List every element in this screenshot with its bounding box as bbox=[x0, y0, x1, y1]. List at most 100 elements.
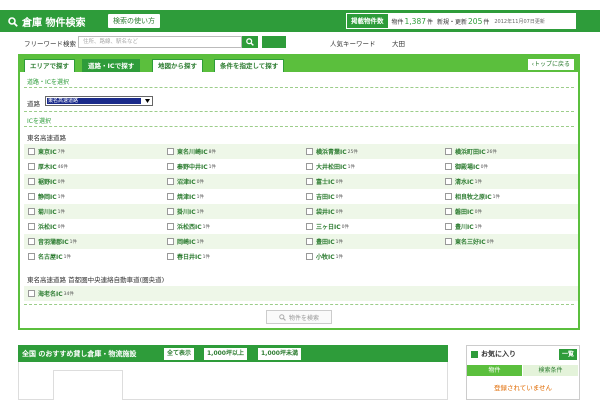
ic-checkbox[interactable] bbox=[445, 163, 452, 170]
divider bbox=[24, 126, 574, 127]
ic-checkbox[interactable] bbox=[28, 208, 35, 215]
ic-checkbox[interactable] bbox=[306, 163, 313, 170]
ic-checkbox[interactable] bbox=[445, 208, 452, 215]
tab-conditions[interactable]: 条件を指定して探す bbox=[214, 59, 285, 72]
search-go-button[interactable] bbox=[262, 36, 286, 48]
how-to-search-button[interactable]: 検索の使い方 bbox=[108, 14, 160, 28]
ic-checkbox[interactable] bbox=[445, 178, 452, 185]
search-properties-button[interactable]: 物件を検索 bbox=[266, 310, 332, 324]
ic-option[interactable]: 秦野中井IC 1件 bbox=[167, 162, 216, 171]
ic-option[interactable]: 菊川IC 1件 bbox=[28, 207, 65, 216]
ic-option[interactable]: 横浜青葉IC 25件 bbox=[306, 147, 358, 156]
ic-checkbox[interactable] bbox=[167, 223, 174, 230]
filter-over-1000-button[interactable]: 1,000坪以上 bbox=[204, 348, 247, 360]
ic-option[interactable]: 東京IC 7件 bbox=[28, 147, 65, 156]
ic-checkbox[interactable] bbox=[167, 178, 174, 185]
road-section-title: 道路・ICを選択 bbox=[27, 79, 69, 86]
road-select[interactable]: 東名高速道路 bbox=[45, 96, 153, 106]
ic-name: 相良牧之原IC bbox=[455, 194, 492, 201]
ic-checkbox[interactable] bbox=[167, 163, 174, 170]
ic-count: 1件 bbox=[474, 179, 483, 185]
ic-option[interactable]: 静岡IC 1件 bbox=[28, 192, 65, 201]
ic-option[interactable]: 東名三好IC 0件 bbox=[445, 237, 494, 246]
ic-checkbox[interactable] bbox=[445, 148, 452, 155]
ic-option[interactable]: 海老名IC 34件 bbox=[28, 289, 74, 298]
ic-checkbox[interactable] bbox=[306, 208, 313, 215]
ic-option[interactable]: 袋井IC 0件 bbox=[306, 207, 343, 216]
ic-checkbox[interactable] bbox=[167, 253, 174, 260]
ic-checkbox[interactable] bbox=[306, 253, 313, 260]
ic-option[interactable]: 浜松IC 0件 bbox=[28, 222, 65, 231]
ic-name: 東名川崎IC bbox=[177, 149, 208, 156]
ic-checkbox[interactable] bbox=[306, 223, 313, 230]
ic-checkbox[interactable] bbox=[28, 193, 35, 200]
search-submit-button[interactable] bbox=[242, 36, 258, 48]
site-logo[interactable]: 倉庫 物件検索 bbox=[8, 14, 85, 29]
ic-checkbox[interactable] bbox=[28, 163, 35, 170]
ic-name: 沼津IC bbox=[177, 179, 196, 186]
ic-checkbox[interactable] bbox=[28, 238, 35, 245]
ic-checkbox[interactable] bbox=[306, 238, 313, 245]
ic-option[interactable]: 豊川IC 1件 bbox=[445, 222, 482, 231]
ic-option[interactable]: 春日井IC 1件 bbox=[167, 252, 210, 261]
search-icon bbox=[279, 313, 286, 321]
filter-under-1000-button[interactable]: 1,000坪未満 bbox=[258, 348, 301, 360]
ic-checkbox[interactable] bbox=[167, 208, 174, 215]
ic-option[interactable]: 掛川IC 1件 bbox=[167, 207, 204, 216]
ic-count: 0件 bbox=[474, 209, 483, 215]
ic-checkbox[interactable] bbox=[445, 223, 452, 230]
ic-checkbox[interactable] bbox=[306, 178, 313, 185]
recommended-list bbox=[18, 362, 448, 400]
listing-stats: 掲載物件数 物件 1,387 件 新規・更新 205 件 2012年11月07日… bbox=[346, 13, 576, 29]
ic-option[interactable]: 名古屋IC 1件 bbox=[28, 252, 71, 261]
ic-option[interactable]: 東名川崎IC 8件 bbox=[167, 147, 216, 156]
ic-option[interactable]: 焼津IC 1件 bbox=[167, 192, 204, 201]
ic-checkbox[interactable] bbox=[445, 238, 452, 245]
ic-option[interactable]: 豊田IC 1件 bbox=[306, 237, 343, 246]
tab-favorite-properties[interactable]: 物件 bbox=[467, 365, 523, 376]
recommended-title: 全国 のおすすめ貸し倉庫・物流施設 bbox=[22, 350, 137, 358]
tab-area[interactable]: エリアで探す bbox=[24, 59, 75, 72]
ic-checkbox[interactable] bbox=[306, 148, 313, 155]
recommended-property-card[interactable] bbox=[53, 370, 123, 400]
ic-option[interactable]: 横浜町田IC 26件 bbox=[445, 147, 497, 156]
ic-checkbox[interactable] bbox=[306, 193, 313, 200]
ic-option[interactable]: 音羽蒲郡IC 1件 bbox=[28, 237, 77, 246]
ic-checkbox[interactable] bbox=[167, 148, 174, 155]
ic-option[interactable]: 小牧IC 1件 bbox=[306, 252, 343, 261]
ic-count: 1件 bbox=[196, 209, 205, 215]
ic-checkbox[interactable] bbox=[28, 253, 35, 260]
ic-checkbox[interactable] bbox=[28, 223, 35, 230]
ic-option[interactable]: 厚木IC 46件 bbox=[28, 162, 68, 171]
freeword-search-input[interactable]: 住所、路線、駅名など bbox=[78, 36, 242, 48]
ic-option[interactable]: 岡崎IC 1件 bbox=[167, 237, 204, 246]
favorites-list-button[interactable]: 一覧 bbox=[558, 349, 577, 360]
tab-map[interactable]: 地図から探す bbox=[152, 59, 203, 72]
ic-checkbox[interactable] bbox=[28, 148, 35, 155]
tab-road-ic[interactable]: 道路・ICで探す bbox=[82, 59, 141, 72]
ic-option[interactable]: 相良牧之原IC 1件 bbox=[445, 192, 500, 201]
ic-checkbox[interactable] bbox=[28, 290, 35, 297]
ic-checkbox[interactable] bbox=[167, 238, 174, 245]
back-to-top-button[interactable]: ‹トップに戻る bbox=[527, 59, 574, 70]
ic-checkbox[interactable] bbox=[28, 178, 35, 185]
ic-option[interactable]: 浜松西IC 1件 bbox=[167, 222, 210, 231]
ic-option[interactable]: 裾野IC 0件 bbox=[28, 177, 65, 186]
ic-option[interactable]: 富士IC 0件 bbox=[306, 177, 343, 186]
ic-option[interactable]: 大井松田IC 1件 bbox=[306, 162, 355, 171]
filter-all-button[interactable]: 全て表示 bbox=[164, 348, 195, 360]
ic-option[interactable]: 清水IC 1件 bbox=[445, 177, 482, 186]
tab-favorite-conditions[interactable]: 検索条件 bbox=[523, 365, 579, 376]
ic-checkbox[interactable] bbox=[167, 193, 174, 200]
ic-name: 御殿場IC bbox=[455, 164, 480, 171]
ic-option[interactable]: 吉田IC 0件 bbox=[306, 192, 343, 201]
search-properties-label: 物件を検索 bbox=[288, 314, 319, 322]
ic-option[interactable]: 沼津IC 0件 bbox=[167, 177, 204, 186]
ic-option[interactable]: 御殿場IC 0件 bbox=[445, 162, 488, 171]
ic-option[interactable]: 三ヶ日IC 0件 bbox=[306, 222, 349, 231]
ic-option[interactable]: 磐田IC 0件 bbox=[445, 207, 482, 216]
popular-keyword-link[interactable]: 大田 bbox=[392, 38, 405, 48]
ic-checkbox[interactable] bbox=[445, 193, 452, 200]
ic-name: 吉田IC bbox=[316, 194, 335, 201]
ic-count: 0件 bbox=[335, 209, 344, 215]
